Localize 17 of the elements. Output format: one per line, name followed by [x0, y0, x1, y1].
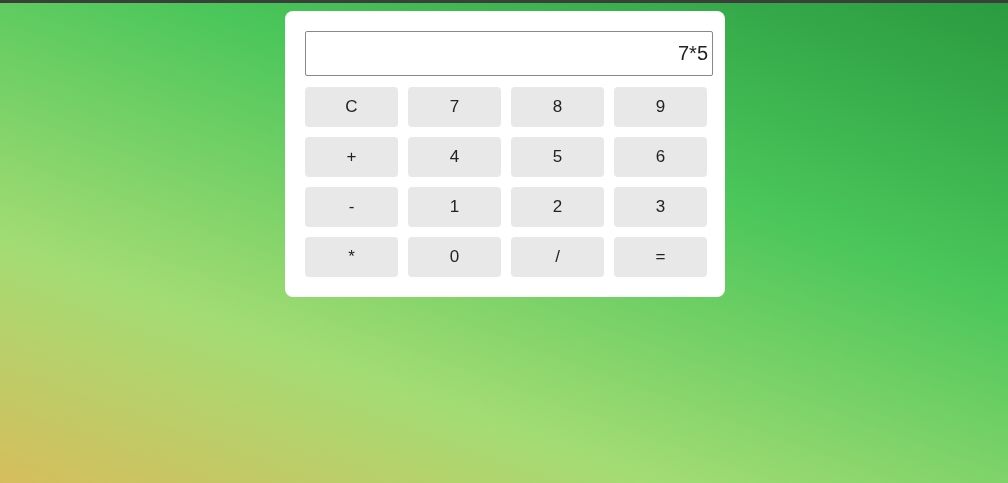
calculator-key[interactable]: +: [305, 137, 398, 177]
calculator-key[interactable]: 1: [408, 187, 501, 227]
calculator-key[interactable]: 9: [614, 87, 707, 127]
display-field[interactable]: 7*5: [305, 31, 713, 76]
calculator-key[interactable]: 7: [408, 87, 501, 127]
calculator-key[interactable]: 3: [614, 187, 707, 227]
calculator-key[interactable]: 6: [614, 137, 707, 177]
calculator-key[interactable]: 5: [511, 137, 604, 177]
calculator-key[interactable]: 2: [511, 187, 604, 227]
calculator-key[interactable]: 4: [408, 137, 501, 177]
calculator-key[interactable]: 0: [408, 237, 501, 277]
calculator-key[interactable]: -: [305, 187, 398, 227]
calculator-key[interactable]: 8: [511, 87, 604, 127]
calculator-key[interactable]: C: [305, 87, 398, 127]
calculator-key[interactable]: /: [511, 237, 604, 277]
calculator-key[interactable]: =: [614, 237, 707, 277]
calculator-key[interactable]: *: [305, 237, 398, 277]
